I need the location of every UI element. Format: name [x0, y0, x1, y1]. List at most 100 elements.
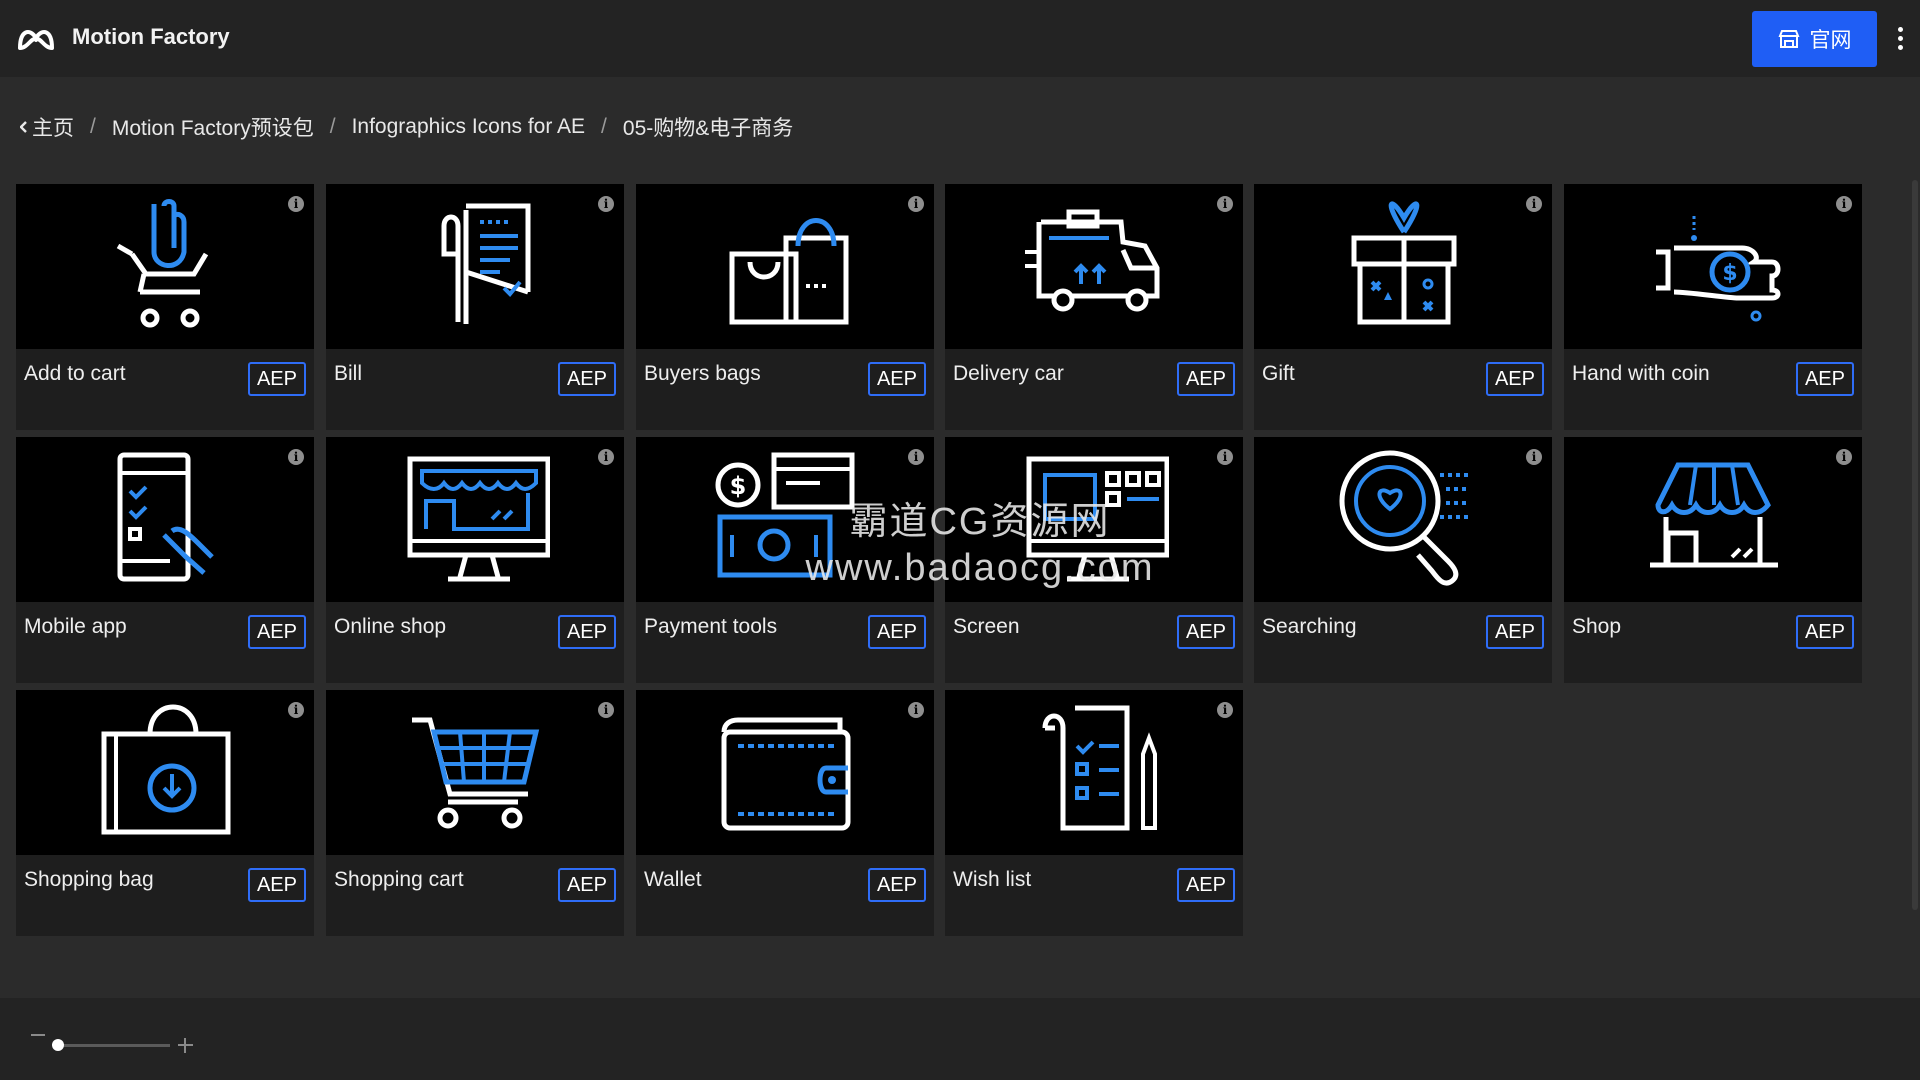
asset-label: Shopping cart: [334, 868, 464, 891]
asset-format-badge: AEP: [247, 615, 306, 649]
breadcrumb-preset-pack[interactable]: Motion Factory预设包: [112, 112, 314, 142]
info-icon[interactable]: i: [908, 449, 924, 465]
top-bar: Motion Factory 官网: [0, 0, 1920, 77]
mobile-icon: [117, 452, 214, 582]
info-icon[interactable]: i: [1217, 449, 1233, 465]
zoom-slider-handle[interactable]: [52, 1039, 64, 1051]
info-icon[interactable]: i: [598, 702, 614, 718]
wishlist-icon: [1042, 705, 1157, 831]
asset-card-payment-tools[interactable]: $ i Payment tools AEP: [636, 437, 934, 683]
asset-format-badge: AEP: [1485, 615, 1544, 649]
info-icon[interactable]: i: [908, 702, 924, 718]
asset-thumbnail: [636, 690, 934, 855]
asset-thumbnail: [1564, 437, 1862, 602]
truck-icon: [1025, 209, 1160, 312]
breadcrumb-separator: /: [90, 115, 96, 138]
bags-icon: [729, 218, 849, 325]
motion-factory-logo-icon[interactable]: [16, 22, 56, 54]
asset-label: Mobile app: [24, 615, 127, 638]
shopping-bag-icon: [101, 704, 231, 835]
asset-card-wish-list[interactable]: i Wish list AEP: [945, 690, 1243, 936]
magnifier-icon: [1339, 450, 1468, 586]
asset-format-badge: AEP: [1176, 362, 1235, 396]
asset-thumbnail: [326, 437, 624, 602]
asset-thumbnail: $: [636, 437, 934, 602]
zoom-out-icon[interactable]: [31, 1034, 45, 1036]
asset-thumbnail: [326, 184, 624, 349]
more-menu-icon[interactable]: [1892, 24, 1908, 54]
asset-thumbnail: [1254, 437, 1552, 602]
info-icon[interactable]: i: [1526, 449, 1542, 465]
store-icon: [1778, 30, 1799, 48]
asset-label: Searching: [1262, 615, 1357, 638]
asset-format-badge: AEP: [1176, 615, 1235, 649]
app-title[interactable]: Motion Factory: [72, 24, 230, 50]
asset-thumbnail: [326, 690, 624, 855]
asset-thumbnail: [945, 437, 1243, 602]
asset-format-badge: AEP: [867, 615, 926, 649]
asset-format-badge: AEP: [1795, 615, 1854, 649]
payment-icon: $: [715, 452, 855, 578]
info-icon[interactable]: i: [288, 702, 304, 718]
asset-card-mobile-app[interactable]: i Mobile app AEP: [16, 437, 314, 683]
monitor-shop-icon: [407, 456, 550, 582]
asset-format-badge: AEP: [557, 615, 616, 649]
asset-thumbnail: [945, 690, 1243, 855]
info-icon[interactable]: i: [908, 196, 924, 212]
asset-format-badge: AEP: [867, 362, 926, 396]
asset-format-badge: AEP: [1795, 362, 1854, 396]
official-site-label: 官网: [1809, 29, 1852, 52]
asset-card-hand-with-coin[interactable]: $ i Hand with coin AEP: [1564, 184, 1862, 430]
info-icon[interactable]: i: [1526, 196, 1542, 212]
bottom-bar: [0, 998, 1920, 1080]
hand-cart-icon: [116, 199, 209, 328]
asset-format-badge: AEP: [1176, 868, 1235, 902]
asset-label: Wish list: [953, 868, 1032, 891]
screen-icon: [1026, 456, 1169, 582]
asset-card-wallet[interactable]: i Wallet AEP: [636, 690, 934, 936]
svg-text:$: $: [1722, 261, 1737, 286]
zoom-in-icon[interactable]: [178, 1038, 193, 1053]
asset-card-screen[interactable]: i Screen AEP: [945, 437, 1243, 683]
chevron-left-icon[interactable]: [20, 121, 28, 133]
info-icon[interactable]: i: [1217, 196, 1233, 212]
asset-card-bill[interactable]: i Bill AEP: [326, 184, 624, 430]
info-icon[interactable]: i: [1836, 196, 1852, 212]
bill-icon: [441, 203, 531, 324]
asset-label: Add to cart: [24, 362, 126, 385]
info-icon[interactable]: i: [598, 449, 614, 465]
shop-icon: [1650, 462, 1778, 568]
asset-thumbnail: $: [1564, 184, 1862, 349]
official-site-button[interactable]: 官网: [1752, 11, 1877, 67]
asset-label: Gift: [1262, 362, 1295, 385]
asset-card-buyers-bags[interactable]: i Buyers bags AEP: [636, 184, 934, 430]
asset-label: Bill: [334, 362, 363, 385]
zoom-slider-track[interactable]: [58, 1044, 170, 1047]
info-icon[interactable]: i: [1217, 702, 1233, 718]
info-icon[interactable]: i: [288, 196, 304, 212]
asset-card-online-shop[interactable]: i Online shop AEP: [326, 437, 624, 683]
breadcrumb-collection[interactable]: Infographics Icons for AE: [352, 115, 585, 139]
info-icon[interactable]: i: [598, 196, 614, 212]
asset-label: Screen: [953, 615, 1020, 638]
info-icon[interactable]: i: [288, 449, 304, 465]
asset-card-searching[interactable]: i Searching AEP: [1254, 437, 1552, 683]
asset-label: Buyers bags: [644, 362, 761, 385]
info-icon[interactable]: i: [1836, 449, 1852, 465]
vertical-scrollbar[interactable]: [1912, 180, 1918, 910]
asset-label: Wallet: [644, 868, 702, 891]
asset-card-shopping-bag[interactable]: i Shopping bag AEP: [16, 690, 314, 936]
asset-card-shopping-cart[interactable]: i Shopping cart AEP: [326, 690, 624, 936]
asset-label: Hand with coin: [1572, 362, 1710, 385]
asset-thumbnail: [16, 184, 314, 349]
asset-card-delivery-car[interactable]: i Delivery car AEP: [945, 184, 1243, 430]
asset-thumbnail: [16, 437, 314, 602]
asset-card-add-to-cart[interactable]: i Add to cart AEP: [16, 184, 314, 430]
asset-card-gift[interactable]: i Gift AEP: [1254, 184, 1552, 430]
breadcrumb: 主页 / Motion Factory预设包 / Infographics Ic…: [20, 112, 793, 142]
asset-format-badge: AEP: [1485, 362, 1544, 396]
asset-card-shop[interactable]: i Shop AEP: [1564, 437, 1862, 683]
asset-format-badge: AEP: [557, 868, 616, 902]
asset-format-badge: AEP: [247, 362, 306, 396]
breadcrumb-home[interactable]: 主页: [32, 112, 74, 142]
